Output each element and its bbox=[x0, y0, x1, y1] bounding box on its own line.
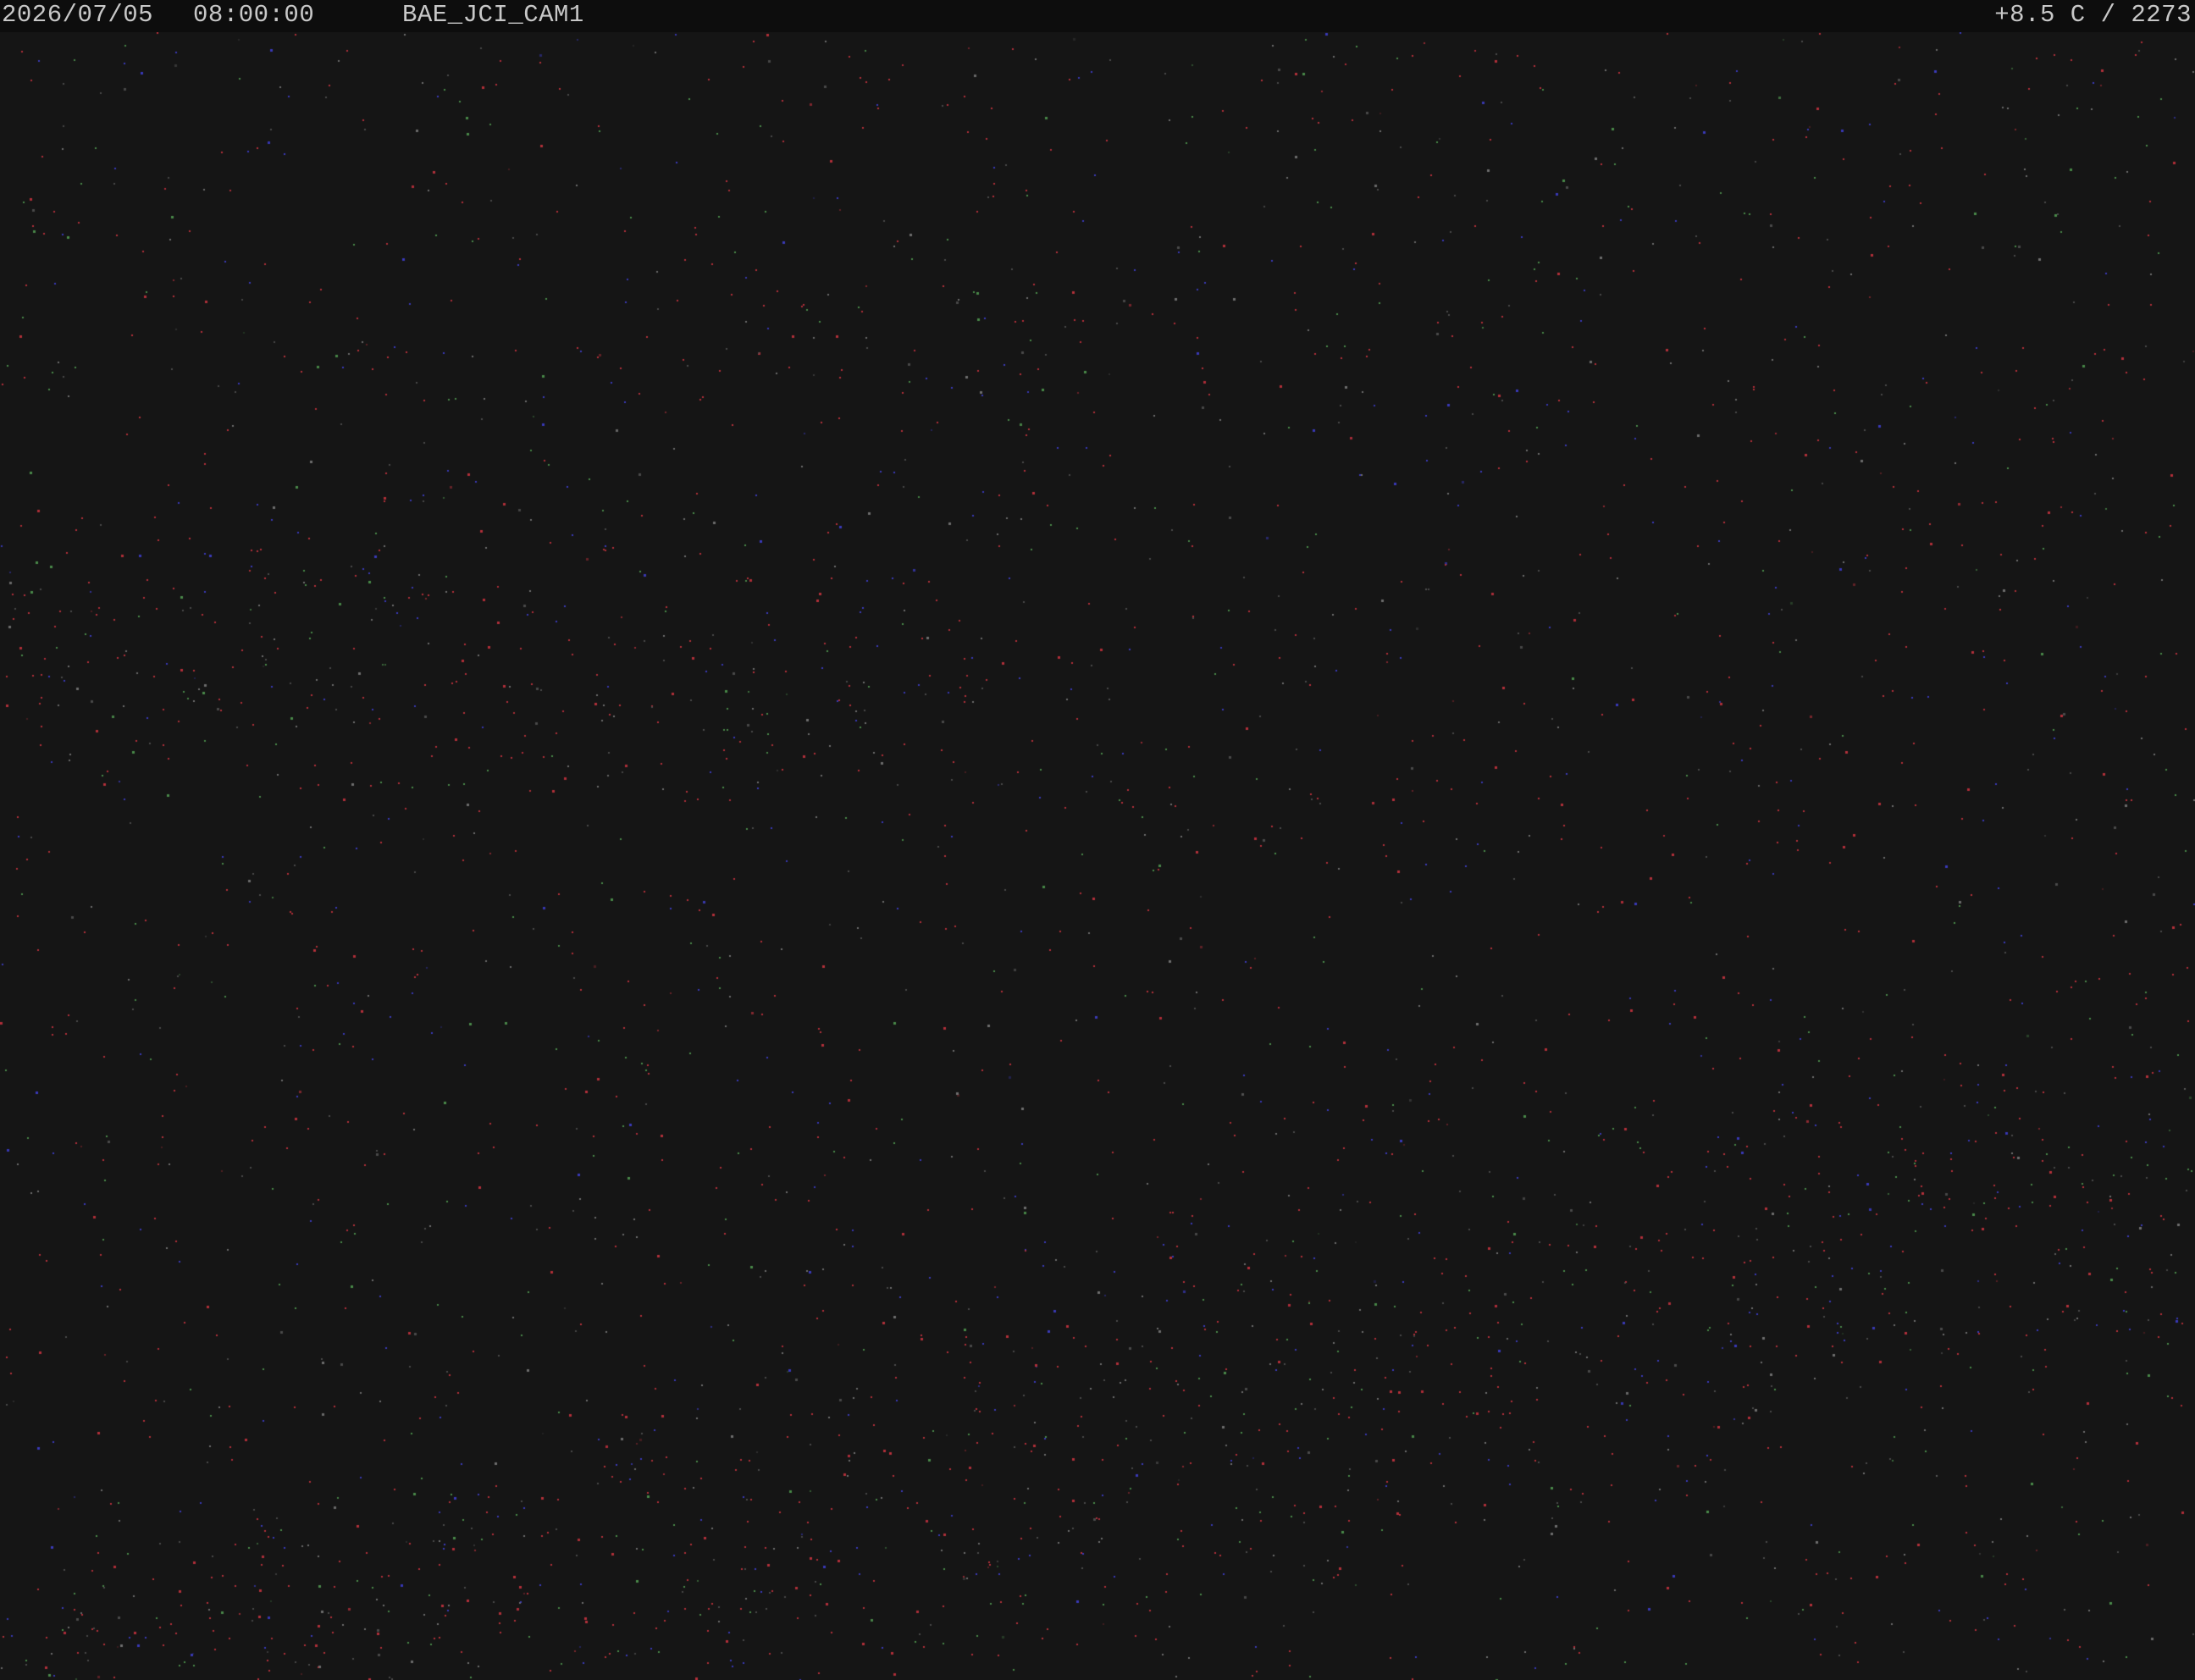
camera-frame: 2026/07/05 08:00:00 BAE_JCI_CAM1 +8.5 C … bbox=[0, 0, 2195, 1680]
camera-id-label: BAE_JCI_CAM1 bbox=[402, 1, 584, 29]
timestamp-date: 2026/07/05 bbox=[2, 1, 154, 29]
timestamp-time: 08:00:00 bbox=[193, 1, 315, 29]
temperature-telemetry: +8.5 C / 2273 bbox=[1994, 1, 2192, 29]
night-sky-image bbox=[0, 0, 2195, 1680]
osd-overlay-bar: 2026/07/05 08:00:00 BAE_JCI_CAM1 +8.5 C … bbox=[0, 0, 2195, 32]
